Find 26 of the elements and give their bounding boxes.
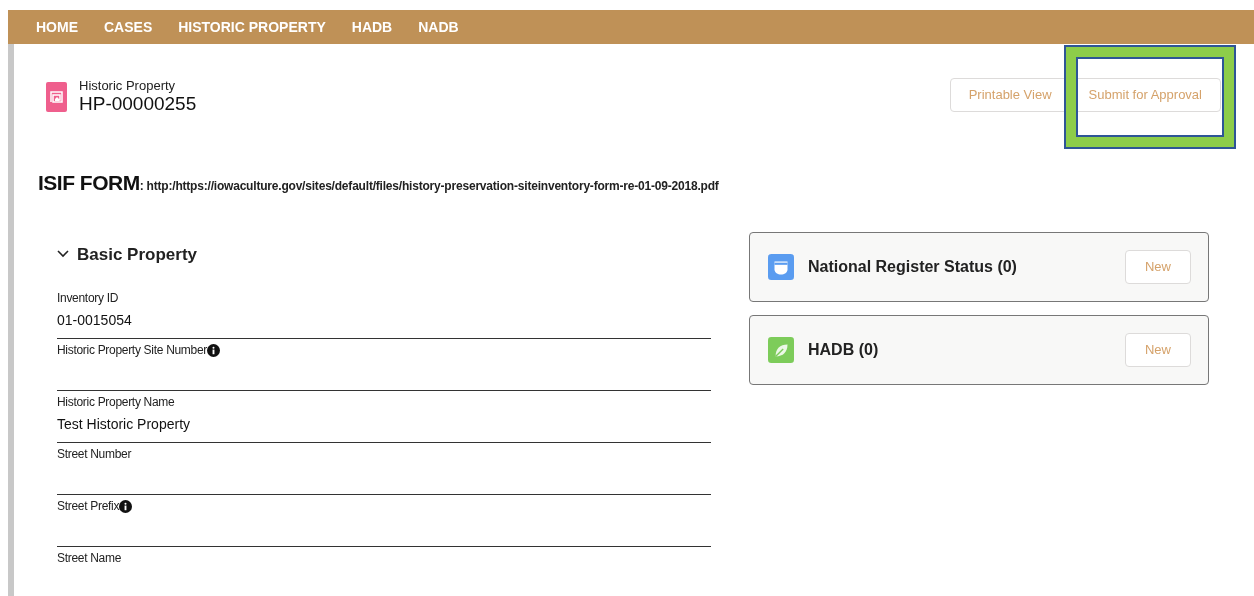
field-label: Inventory ID <box>57 290 119 307</box>
field-label: Historic Property Site Number <box>57 342 207 359</box>
card-title: National Register Status (0) <box>808 256 1018 277</box>
nav-link[interactable]: HISTORIC PROPERTY <box>178 16 326 38</box>
record-type: Historic Property <box>79 78 177 93</box>
record-title: HP-00000255 <box>79 93 197 115</box>
new-button[interactable]: New <box>1125 332 1191 367</box>
new-button[interactable]: New <box>1125 249 1191 284</box>
info-icon[interactable] <box>119 499 133 513</box>
field-label: Street Prefix <box>57 498 120 515</box>
section-title: Basic Property <box>77 243 197 266</box>
form-link[interactable]: : http:/https://iowaculture.gov/sites/default/files/history-preservation-siteinventory-form-re-01-09-2018.pdf <box>139 177 719 195</box>
info-icon[interactable] <box>207 343 220 357</box>
nav-link[interactable]: NADB <box>418 16 459 38</box>
field-label: Street Name <box>57 550 122 567</box>
nav-link[interactable]: CASES <box>104 16 153 38</box>
field-label: Street Number <box>57 446 132 463</box>
form-label: ISIF FORM <box>38 170 140 196</box>
field-value: 01-0015054 <box>57 311 133 330</box>
card-title: HADB (0) <box>808 339 880 360</box>
property-icon <box>46 81 67 112</box>
field-value: Test Historic Property <box>57 415 192 434</box>
chevron-icon[interactable] <box>57 250 69 259</box>
nav-link[interactable]: HADB <box>351 16 393 38</box>
field-label: Historic Property Name <box>57 394 175 411</box>
nav-link[interactable]: HOME <box>36 16 78 38</box>
